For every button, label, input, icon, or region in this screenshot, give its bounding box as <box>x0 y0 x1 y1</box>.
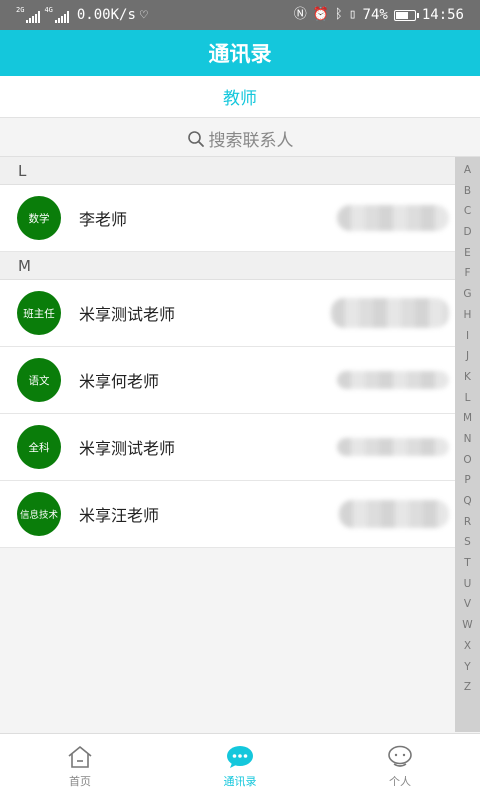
battery-percent: 74% <box>362 7 388 23</box>
nav-contacts[interactable]: 通讯录 <box>160 734 320 800</box>
avatar: 全科 <box>17 425 61 469</box>
nav-label: 个人 <box>389 775 411 788</box>
network-speed: 0.00K/s <box>76 7 136 23</box>
tab-bar: 教师 <box>0 76 480 118</box>
home-icon <box>68 746 92 768</box>
contact-name: 米享汪老师 <box>79 506 160 525</box>
contact-row[interactable]: 班主任 米享测试老师 <box>0 280 455 347</box>
index-letter[interactable]: M <box>463 408 472 429</box>
section-header: M <box>0 252 455 280</box>
index-letter[interactable]: V <box>464 594 471 615</box>
alphabet-index-bar[interactable]: ABCDEFGHIJKLMNOPQRSTUVWXYZ <box>455 157 480 732</box>
avatar: 信息技术 <box>17 492 61 536</box>
index-letter[interactable]: L <box>465 388 471 409</box>
nav-label: 通讯录 <box>223 775 257 788</box>
bluetooth-icon: ᛒ <box>334 7 343 22</box>
blurred-phone-number <box>339 500 449 528</box>
battery-icon <box>393 9 419 21</box>
blurred-phone-number <box>337 205 449 231</box>
tab-teachers[interactable]: 教师 <box>223 84 257 109</box>
index-letter[interactable]: G <box>463 284 471 305</box>
index-letter[interactable]: R <box>464 512 471 533</box>
nav-label: 首页 <box>69 775 91 788</box>
section-header: L <box>0 157 455 185</box>
alarm-icon: ⏰ <box>312 7 329 22</box>
nav-home[interactable]: 首页 <box>0 734 160 800</box>
avatar: 班主任 <box>17 291 61 335</box>
network-type-label: 4G <box>44 6 53 14</box>
index-letter[interactable]: O <box>463 450 471 471</box>
index-letter[interactable]: T <box>464 553 470 574</box>
blurred-phone-number <box>331 298 449 328</box>
signal-icon <box>54 11 69 23</box>
network-type-label: 2G <box>16 6 25 14</box>
index-letter[interactable]: Q <box>463 491 471 512</box>
index-letter[interactable]: Y <box>464 657 470 678</box>
index-letter[interactable]: B <box>464 181 471 202</box>
signal-icon <box>26 11 41 23</box>
avatar: 语文 <box>17 358 61 402</box>
title-bar: 通讯录 <box>0 30 480 76</box>
chat-icon <box>227 746 253 768</box>
index-letter[interactable]: U <box>464 574 472 595</box>
clock: 14:56 <box>421 7 464 23</box>
status-bar: 2G 4G 0.00K/s ♡ Ⓝ ⏰ ᛒ ▯ 74% 14:56 <box>0 0 480 30</box>
page-title: 通讯录 <box>208 42 272 66</box>
contact-name: 李老师 <box>79 210 128 229</box>
index-letter[interactable]: A <box>464 160 471 181</box>
index-letter[interactable]: C <box>464 201 471 222</box>
index-letter[interactable]: J <box>466 346 469 367</box>
index-letter[interactable]: W <box>462 615 472 636</box>
index-letter[interactable]: S <box>464 532 471 553</box>
index-letter[interactable]: I <box>466 326 469 347</box>
index-letter[interactable]: E <box>464 243 471 264</box>
index-letter[interactable]: D <box>463 222 471 243</box>
bottom-navigation: 首页 通讯录 个人 <box>0 733 480 800</box>
search-placeholder: 搜索联系人 <box>208 131 294 151</box>
blurred-phone-number <box>337 371 449 389</box>
nfc-icon: Ⓝ <box>293 7 307 22</box>
search-icon <box>187 130 204 147</box>
contact-name: 米享测试老师 <box>79 439 176 458</box>
contact-row[interactable]: 语文 米享何老师 <box>0 347 455 414</box>
index-letter[interactable]: F <box>464 263 470 284</box>
index-letter[interactable]: H <box>464 305 472 326</box>
index-letter[interactable]: N <box>464 429 472 450</box>
contact-name: 米享测试老师 <box>79 305 176 324</box>
index-letter[interactable]: P <box>464 470 470 491</box>
contact-row[interactable]: 全科 米享测试老师 <box>0 414 455 481</box>
heart-icon: ♡ <box>139 8 148 23</box>
blurred-phone-number <box>337 438 449 456</box>
nav-profile[interactable]: 个人 <box>320 734 480 800</box>
vibrate-icon: ▯ <box>348 7 357 22</box>
person-icon <box>388 745 412 767</box>
search-bar[interactable]: 搜索联系人 <box>0 121 480 157</box>
avatar: 数学 <box>17 196 61 240</box>
contact-list: L 数学 李老师 M 班主任 米享测试老师 语文 米享何老师 全科 米享测试老师… <box>0 157 455 548</box>
contact-row[interactable]: 数学 李老师 <box>0 185 455 252</box>
index-letter[interactable]: K <box>464 367 471 388</box>
index-letter[interactable]: X <box>464 636 471 657</box>
contact-name: 米享何老师 <box>79 372 160 391</box>
contact-row[interactable]: 信息技术 米享汪老师 <box>0 481 455 548</box>
index-letter[interactable]: Z <box>464 677 471 698</box>
